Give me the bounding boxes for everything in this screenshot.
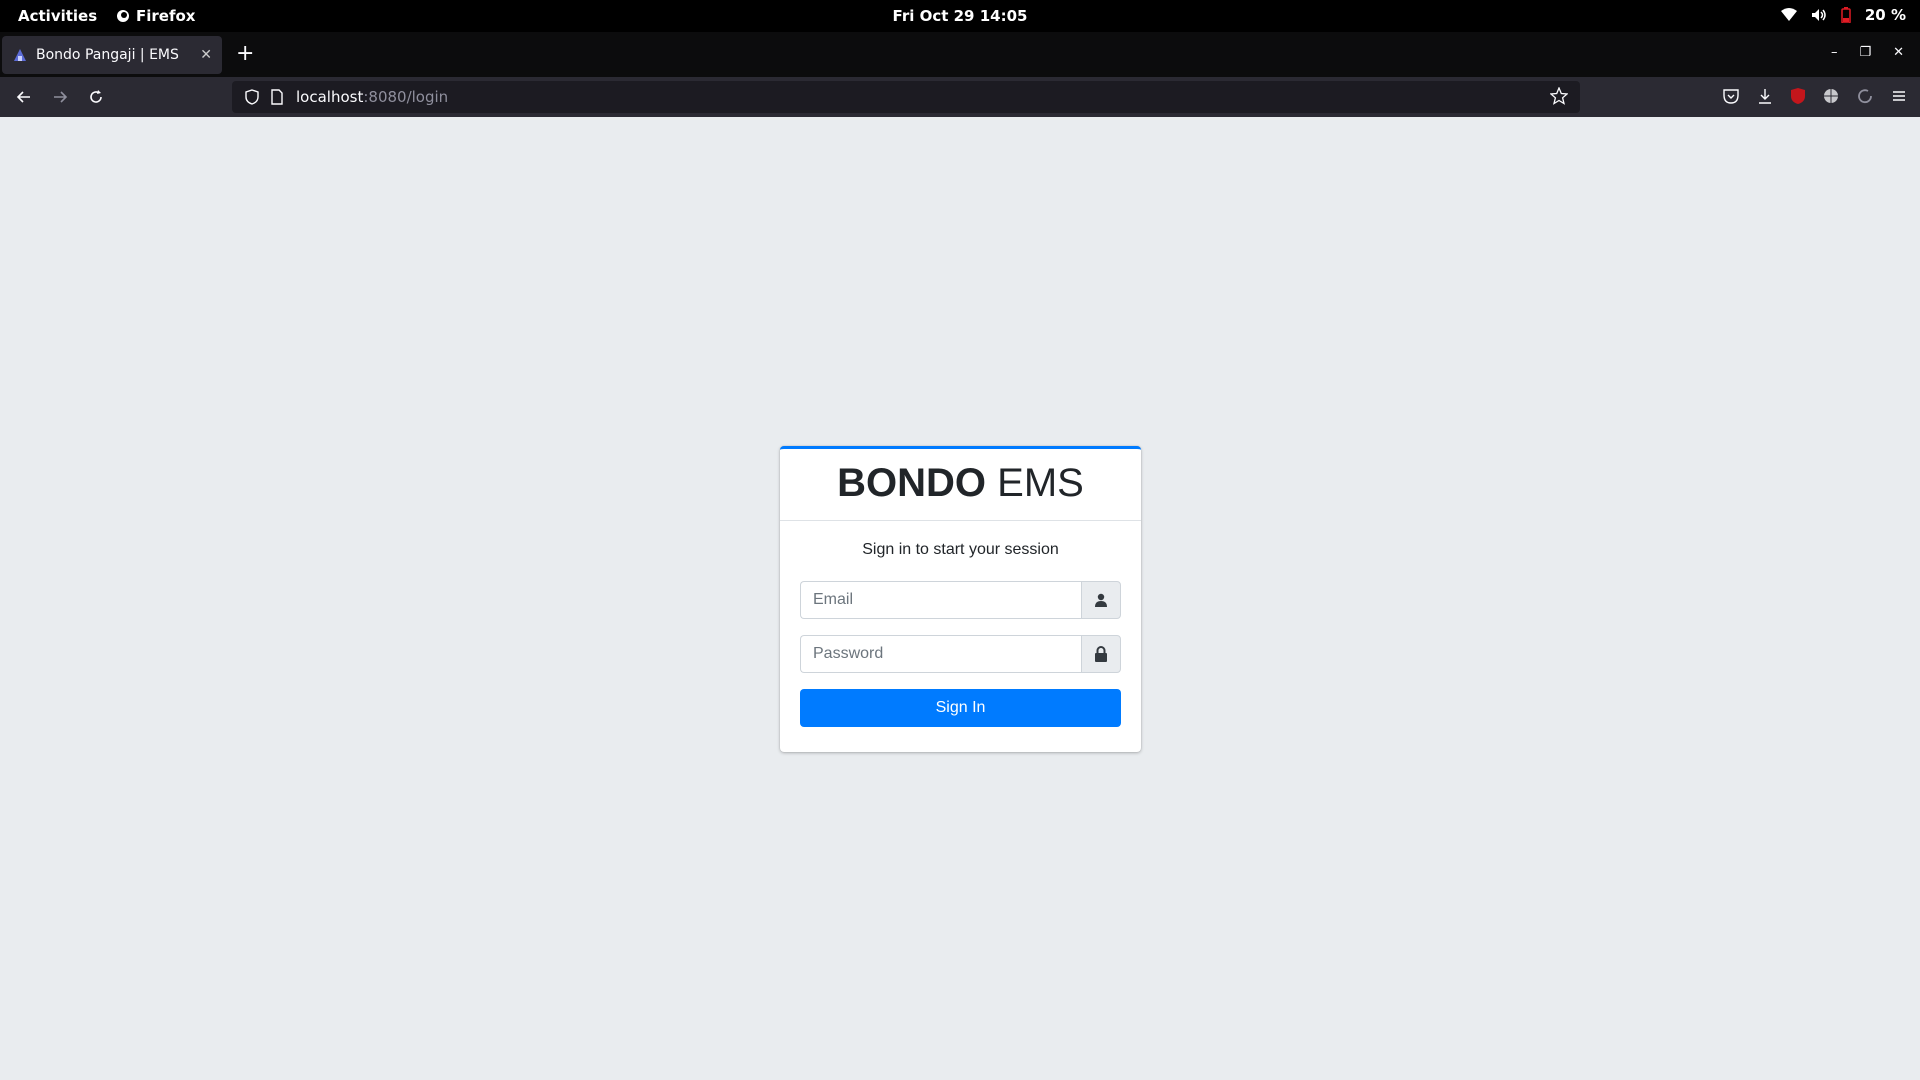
close-window-icon[interactable]: ✕ [1893, 45, 1904, 60]
volume-icon [1811, 9, 1826, 21]
email-addon [1081, 581, 1121, 619]
back-button[interactable] [14, 87, 34, 107]
clock[interactable]: Fri Oct 29 14:05 [0, 7, 1920, 25]
ublock-icon[interactable] [1790, 87, 1806, 105]
login-logo[interactable]: BONDO EMS [780, 449, 1141, 521]
page-viewport: BONDO EMS Sign in to start your session … [0, 117, 1920, 1080]
arrow-right-icon [54, 91, 68, 103]
reload-button[interactable] [86, 87, 106, 107]
shield-icon[interactable] [244, 89, 260, 105]
globe-icon[interactable] [1822, 87, 1840, 105]
toolbar-actions [1722, 87, 1908, 105]
navigation-toolbar: localhost:8080/login [0, 77, 1920, 117]
page-icon[interactable] [270, 89, 284, 105]
restore-icon[interactable]: ❐ [1859, 45, 1871, 60]
password-addon [1081, 635, 1121, 673]
hamburger-menu-icon[interactable] [1890, 87, 1908, 105]
system-tray[interactable]: 20 % [1780, 6, 1906, 24]
url-host: localhost [296, 88, 364, 106]
login-card-body: Sign in to start your session Sign In [780, 521, 1141, 747]
tab-close-icon[interactable]: ✕ [200, 47, 212, 63]
url-path: :8080/login [363, 88, 449, 106]
sync-icon[interactable] [1856, 87, 1874, 105]
brand-light-text: EMS [986, 461, 1084, 505]
site-favicon-icon [14, 49, 26, 61]
brand-bold-text: BONDO [837, 461, 987, 505]
login-box-message: Sign in to start your session [862, 541, 1059, 558]
minimize-icon[interactable]: – [1831, 45, 1838, 60]
password-input-group [800, 635, 1121, 673]
system-top-bar: Activities Firefox Fri Oct 29 14:05 20 % [0, 0, 1920, 32]
battery-icon [1841, 7, 1851, 23]
user-icon [1095, 593, 1107, 607]
battery-percentage: 20 % [1864, 6, 1906, 24]
login-card: BONDO EMS Sign in to start your session … [780, 446, 1141, 752]
url-bar[interactable]: localhost:8080/login [232, 81, 1580, 113]
email-field[interactable] [800, 581, 1081, 619]
lock-icon [1095, 646, 1107, 662]
arrow-left-icon [16, 91, 30, 103]
password-field[interactable] [800, 635, 1081, 673]
tab-bondo-ems[interactable]: Bondo Pangaji | EMS ✕ [2, 36, 222, 74]
download-icon[interactable] [1756, 87, 1774, 105]
new-tab-button[interactable]: + [236, 43, 254, 65]
tab-strip: Bondo Pangaji | EMS ✕ [0, 32, 1920, 77]
tab-title: Bondo Pangaji | EMS [36, 47, 179, 63]
email-input-group [800, 581, 1121, 619]
forward-button[interactable] [50, 87, 70, 107]
window-controls: – ❐ ✕ [1831, 45, 1904, 60]
sign-in-button[interactable]: Sign In [800, 689, 1121, 727]
pocket-icon[interactable] [1722, 87, 1740, 105]
bookmark-star-icon[interactable] [1550, 87, 1568, 105]
reload-icon [90, 90, 102, 103]
wifi-icon [1780, 8, 1797, 21]
